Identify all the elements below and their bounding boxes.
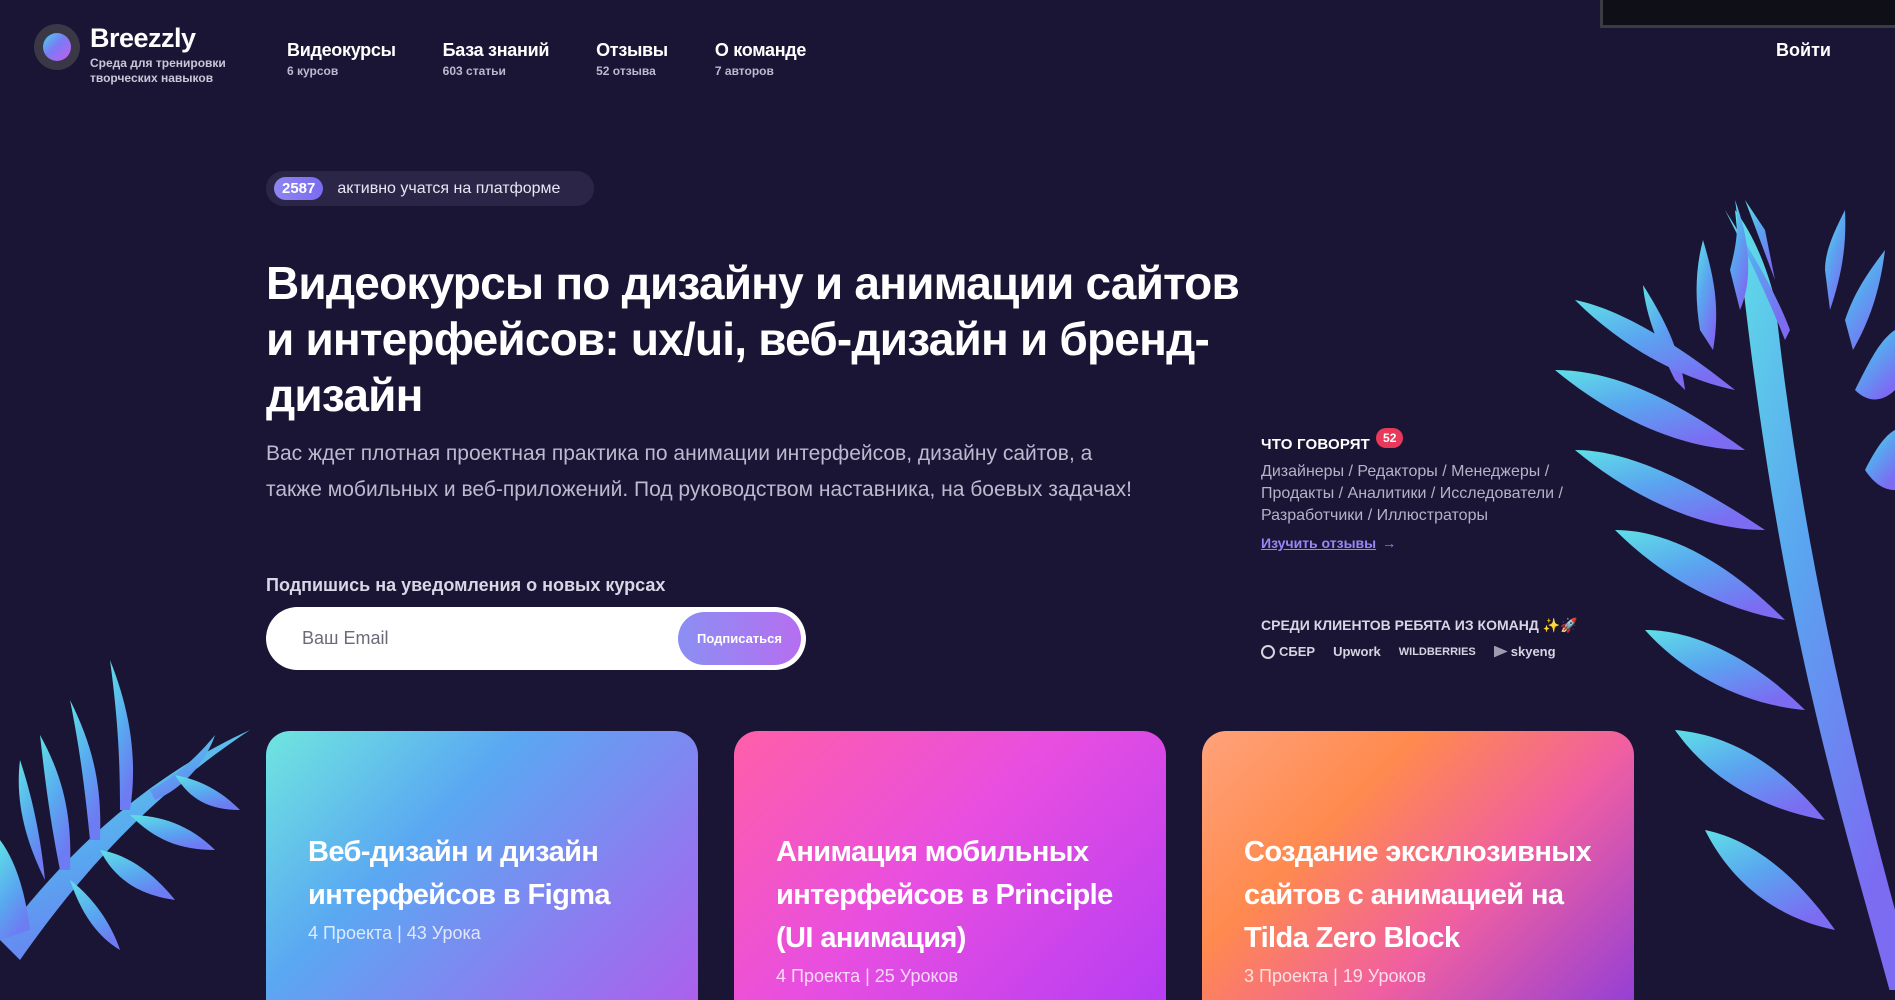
nav-item-reviews[interactable]: Отзывы 52 отзыва — [596, 40, 668, 78]
subscribe-label: Подпишись на уведомления о новых курсах — [266, 575, 666, 595]
reviews-link[interactable]: Изучить отзывы — [1261, 535, 1376, 551]
upwork-logo: Upwork — [1333, 644, 1381, 659]
upwork-logo-text: Upwork — [1333, 644, 1381, 659]
arrow-right-icon: → — [1382, 535, 1397, 551]
course-meta: 4 Проекта | 25 Уроков — [776, 966, 959, 986]
nav-label: База знаний — [442, 40, 550, 60]
nav-count: 7 авторов — [714, 64, 774, 78]
brand-tagline: Среда для тренировки творческих навыков — [90, 55, 226, 86]
skyeng-arrow-icon — [1493, 645, 1508, 658]
subscribe-form: Подписаться — [266, 607, 806, 670]
brand-name: Breezzly — [90, 23, 196, 53]
hero-lead: Вас ждет плотная проектная практика по а… — [266, 442, 1132, 501]
reviews-count-badge: 52 — [1376, 428, 1404, 448]
nav-label: Видеокурсы — [287, 40, 396, 60]
clients-title: СРЕДИ КЛИЕНТОВ РЕБЯТА ИЗ КОМАНД ✨🚀 — [1261, 617, 1578, 633]
active-learners-text: активно учатся на платформе — [337, 179, 561, 197]
brand-logo[interactable]: Breezzly Среда для тренировки творческих… — [34, 23, 240, 87]
nav-count: 603 статьи — [442, 64, 506, 78]
logo-icon — [34, 24, 80, 70]
site-header: Breezzly Среда для тренировки творческих… — [0, 0, 1895, 110]
nav-label: О команде — [714, 40, 807, 60]
hero-title: Видеокурсы по дизайну и анимации сайтов … — [266, 257, 1240, 421]
skyeng-logo: skyeng — [1493, 644, 1556, 659]
nav-count: 52 отзыва — [596, 64, 656, 78]
wildberries-logo: WILDBERRIES — [1399, 646, 1476, 658]
login-link[interactable]: Войти — [1776, 40, 1831, 61]
active-learners-count: 2587 — [274, 177, 324, 200]
palm-leaves-decoration-left — [0, 660, 250, 960]
subscribe-button[interactable]: Подписаться — [678, 612, 801, 665]
main-nav: Видеокурсы 6 курсов База знаний 603 стат… — [287, 40, 806, 78]
nav-item-knowledge-base[interactable]: База знаний 603 статьи — [442, 40, 550, 78]
sber-logo-text: СБЕР — [1279, 644, 1316, 659]
course-meta: 4 Проекта | 43 Урока — [308, 923, 481, 943]
course-title: Анимация мобильных интерфейсов в Princip… — [776, 836, 1113, 954]
course-card-tilda[interactable]: Создание эксклюзивных сайтов с анимацией… — [1202, 731, 1634, 1000]
course-card-principle[interactable]: Анимация мобильных интерфейсов в Princip… — [734, 731, 1166, 1000]
clients-block: СРЕДИ КЛИЕНТОВ РЕБЯТА ИЗ КОМАНД ✨🚀 СБЕР … — [1261, 617, 1601, 659]
reviews-title: ЧТО ГОВОРЯТ — [1261, 436, 1371, 453]
course-title: Создание эксклюзивных сайтов с анимацией… — [1244, 836, 1592, 954]
nav-item-courses[interactable]: Видеокурсы 6 курсов — [287, 40, 396, 78]
sber-logo: СБЕР — [1261, 644, 1315, 659]
nav-count: 6 курсов — [287, 64, 339, 78]
email-input[interactable] — [266, 607, 666, 670]
skyeng-logo-text: skyeng — [1510, 644, 1556, 659]
reviews-block: ЧТО ГОВОРЯТ 52 Дизайнеры / Редакторы / М… — [1261, 428, 1601, 553]
course-meta: 3 Проекта | 19 Уроков — [1244, 966, 1427, 986]
nav-item-team[interactable]: О команде 7 авторов — [714, 40, 807, 78]
course-card-figma[interactable]: Веб-дизайн и дизайн интерфейсов в Figma … — [266, 731, 698, 1000]
sber-check-icon — [1261, 644, 1275, 659]
course-cards: Веб-дизайн и дизайн интерфейсов в Figma … — [266, 731, 1634, 1000]
wildberries-logo-text: WILDBERRIES — [1398, 645, 1476, 658]
active-learners-badge: 2587 активно учатся на платформе — [266, 171, 594, 206]
nav-label: Отзывы — [596, 40, 668, 60]
course-title: Веб-дизайн и дизайн интерфейсов в Figma — [308, 836, 611, 911]
reviews-roles: Дизайнеры / Редакторы / Менеджеры / Прод… — [1261, 463, 1563, 524]
